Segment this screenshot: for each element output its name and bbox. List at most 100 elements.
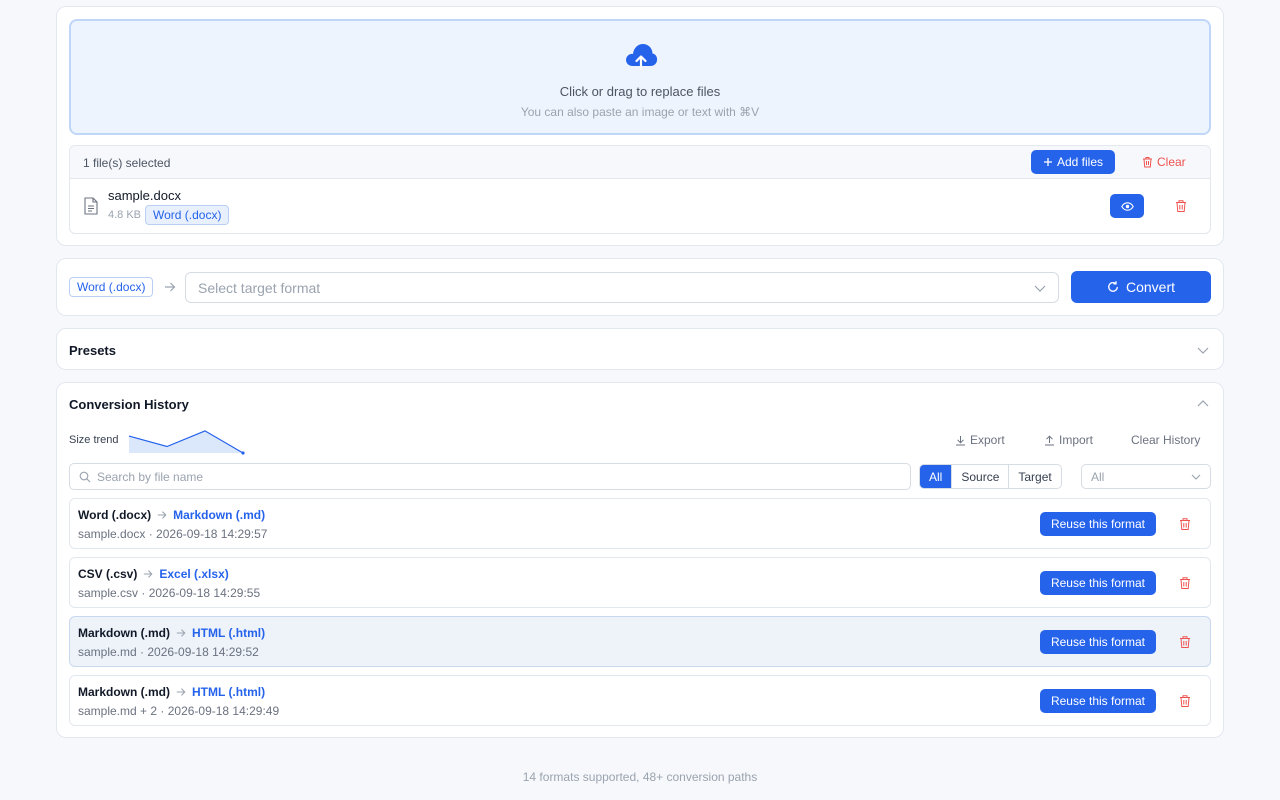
selected-files-panel: 1 file(s) selected Add files Clear sampl… <box>69 145 1211 234</box>
reuse-format-button[interactable]: Reuse this format <box>1040 571 1156 595</box>
selected-count: 1 file(s) selected <box>83 156 171 170</box>
history-file-name: sample.md + 2 <box>78 704 158 718</box>
dropzone-primary-text: Click or drag to replace files <box>559 84 721 99</box>
chevron-down-icon <box>1191 474 1201 480</box>
add-files-button[interactable]: Add files <box>1031 150 1115 174</box>
history-source-format: Word (.docx) <box>78 508 152 522</box>
import-label: Import <box>1059 433 1094 447</box>
filter-all[interactable]: All <box>920 465 953 488</box>
history-meta: sample.csv · 2026-09-18 14:29:55 <box>78 586 261 600</box>
clear-files-button[interactable]: Clear <box>1142 155 1186 169</box>
clear-history-button[interactable]: Clear History <box>1131 433 1200 447</box>
file-dropzone[interactable]: Click or drag to replace files You can a… <box>69 19 1211 135</box>
upload-icon <box>1045 434 1054 445</box>
file-name: sample.docx <box>108 188 181 203</box>
history-timestamp: 2026-09-18 14:29:55 <box>148 586 261 600</box>
target-format-placeholder: Select target format <box>198 280 321 296</box>
format-filter-select[interactable]: All <box>1081 464 1211 489</box>
history-row[interactable]: Markdown (.md) HTML (.html) sample.md + … <box>69 675 1211 726</box>
conversion-path: Word (.docx) Markdown (.md) <box>78 508 265 522</box>
history-timestamp: 2026-09-18 14:29:57 <box>156 527 268 541</box>
source-format-badge: Word (.docx) <box>69 277 154 297</box>
file-item: sample.docx 4.8 KB Word (.docx) <box>70 179 1210 233</box>
reuse-format-button[interactable]: Reuse this format <box>1040 689 1156 713</box>
file-size: 4.8 KB <box>108 209 142 221</box>
history-file-name: sample.md <box>78 645 137 659</box>
history-row[interactable]: CSV (.csv) Excel (.xlsx) sample.csv · 20… <box>69 557 1211 608</box>
filter-source[interactable]: Source <box>952 465 1010 488</box>
clear-history-label: Clear History <box>1131 433 1201 447</box>
clear-files-label: Clear <box>1157 155 1186 169</box>
arrow-right-icon <box>157 511 167 519</box>
sparkline-last-point <box>241 451 245 455</box>
history-row[interactable]: Word (.docx) Markdown (.md) sample.docx … <box>69 498 1211 549</box>
selected-files-header: 1 file(s) selected Add files Clear <box>70 146 1210 179</box>
history-meta: sample.md · 2026-09-18 14:29:52 <box>78 645 259 659</box>
history-target-format: Markdown (.md) <box>173 508 266 522</box>
preview-button[interactable] <box>1110 194 1144 218</box>
convert-button-label: Convert <box>1125 279 1176 295</box>
history-target-format: Excel (.xlsx) <box>159 567 229 581</box>
history-target-format: HTML (.html) <box>192 626 266 640</box>
arrow-right-icon <box>165 282 176 292</box>
convert-button[interactable]: Convert <box>1071 271 1211 303</box>
download-icon <box>956 435 965 445</box>
chevron-down-icon <box>1197 347 1209 354</box>
history-filter-toggle: All Source Target <box>919 464 1062 489</box>
history-title: Conversion History <box>69 397 189 412</box>
history-timestamp: 2026-09-18 14:29:52 <box>147 645 259 659</box>
arrow-right-icon <box>176 688 186 696</box>
document-icon <box>84 197 98 215</box>
convert-card: Word (.docx) Select target format Conver… <box>56 258 1224 316</box>
conversion-path: Markdown (.md) HTML (.html) <box>78 685 265 699</box>
size-trend-sparkline <box>128 430 245 455</box>
remove-file-trash-icon[interactable] <box>1174 199 1188 213</box>
delete-history-trash-icon[interactable] <box>1178 576 1192 590</box>
arrow-right-icon <box>144 570 153 578</box>
delete-history-trash-icon[interactable] <box>1178 517 1192 531</box>
format-filter-value: All <box>1091 470 1105 484</box>
reuse-format-button[interactable]: Reuse this format <box>1040 630 1156 654</box>
sparkline-area <box>129 430 243 453</box>
conversion-path: Markdown (.md) HTML (.html) <box>78 626 265 640</box>
search-icon <box>79 471 91 483</box>
arrow-right-icon <box>176 629 186 637</box>
eye-icon <box>1120 201 1134 211</box>
presets-title: Presets <box>69 343 116 358</box>
chevron-down-icon <box>1034 285 1046 292</box>
search-placeholder: Search by file name <box>97 470 204 484</box>
size-trend-label: Size trend <box>69 434 119 446</box>
delete-history-trash-icon[interactable] <box>1178 694 1192 708</box>
history-source-format: Markdown (.md) <box>78 685 170 699</box>
export-label: Export <box>970 433 1005 447</box>
plus-icon <box>1043 158 1052 166</box>
reuse-format-button[interactable]: Reuse this format <box>1040 512 1156 536</box>
history-file-name: sample.docx <box>78 527 146 541</box>
history-file-name: sample.csv <box>78 586 139 600</box>
history-meta: sample.md + 2 · 2026-09-18 14:29:49 <box>78 704 280 718</box>
conversion-path: CSV (.csv) Excel (.xlsx) <box>78 567 229 581</box>
conversion-history-section: Conversion History Size trend Export Imp… <box>56 382 1224 738</box>
footer-text: 14 formats supported, 48+ conversion pat… <box>522 770 758 784</box>
add-files-label: Add files <box>1056 155 1104 169</box>
export-button[interactable]: Export <box>955 433 1005 447</box>
filter-target[interactable]: Target <box>1009 465 1060 488</box>
target-format-select[interactable]: Select target format <box>185 272 1059 303</box>
history-search-input[interactable]: Search by file name <box>69 463 911 490</box>
history-row[interactable]: Markdown (.md) HTML (.html) sample.md · … <box>69 616 1211 667</box>
upload-card: Click or drag to replace files You can a… <box>56 6 1224 246</box>
import-button[interactable]: Import <box>1044 433 1093 447</box>
history-source-format: CSV (.csv) <box>78 567 138 581</box>
history-source-format: Markdown (.md) <box>78 626 170 640</box>
chevron-up-icon[interactable] <box>1197 399 1209 409</box>
history-timestamp: 2026-09-18 14:29:49 <box>167 704 280 718</box>
presets-section[interactable]: Presets <box>56 328 1224 370</box>
refresh-icon <box>1108 281 1118 292</box>
history-meta: sample.docx · 2026-09-18 14:29:57 <box>78 527 268 541</box>
history-target-format: HTML (.html) <box>192 685 266 699</box>
file-format-badge: Word (.docx) <box>145 205 230 225</box>
cloud-upload-icon <box>626 44 658 71</box>
trash-icon <box>1143 157 1152 168</box>
delete-history-trash-icon[interactable] <box>1178 635 1192 649</box>
dropzone-secondary-text: You can also paste an image or text with… <box>520 105 760 119</box>
